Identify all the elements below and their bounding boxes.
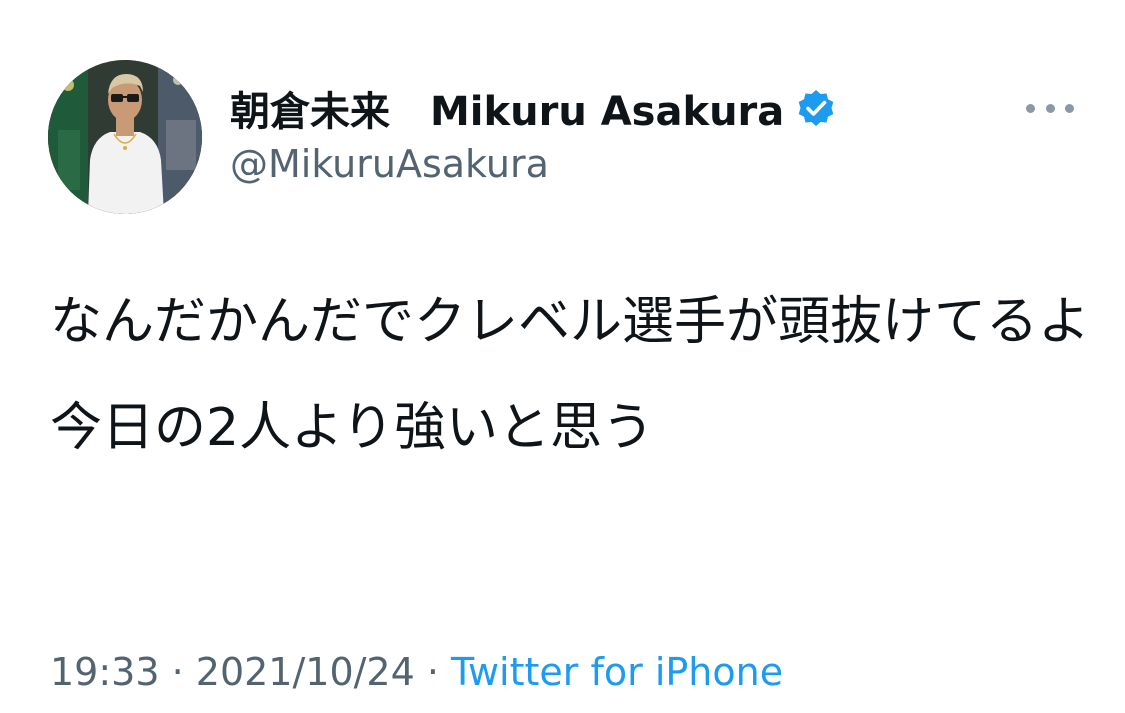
- tweet-time[interactable]: 19:33: [50, 650, 160, 694]
- tweet-paragraph: 今日の2人より強いと思う: [50, 398, 655, 458]
- tweet-meta: 19:33 · 2021/10/24 · Twitter for iPhone: [50, 650, 783, 694]
- tweet-date[interactable]: 2021/10/24: [196, 650, 415, 694]
- dot: [1045, 103, 1055, 113]
- dot: [1026, 103, 1035, 113]
- tweet-source-link[interactable]: Twitter for iPhone: [451, 650, 783, 694]
- separator: ·: [159, 650, 196, 694]
- tweet-card: 朝倉未来 Mikuru Asakura @MikuruAsakura なんだかん…: [0, 0, 1125, 713]
- tweet-paragraph: なんだかんだでクレベル選手が頭抜けてるよ: [50, 292, 1091, 352]
- avatar-photo-icon: [48, 60, 202, 214]
- tweet-header: 朝倉未来 Mikuru Asakura @MikuruAsakura: [230, 78, 836, 186]
- dot: [1065, 103, 1074, 113]
- separator: ·: [414, 650, 452, 694]
- author-handle[interactable]: @MikuruAsakura: [230, 142, 836, 186]
- more-horizontal-icon[interactable]: [1026, 96, 1074, 120]
- tweet-text: なんだかんだでクレベル選手が頭抜けてるよ 今日の2人より強いと思う: [50, 284, 1090, 496]
- verified-badge-icon: [798, 90, 834, 126]
- name-row: 朝倉未来 Mikuru Asakura: [230, 78, 836, 138]
- author-avatar[interactable]: [48, 60, 202, 214]
- author-display-name[interactable]: 朝倉未来 Mikuru Asakura: [230, 79, 784, 137]
